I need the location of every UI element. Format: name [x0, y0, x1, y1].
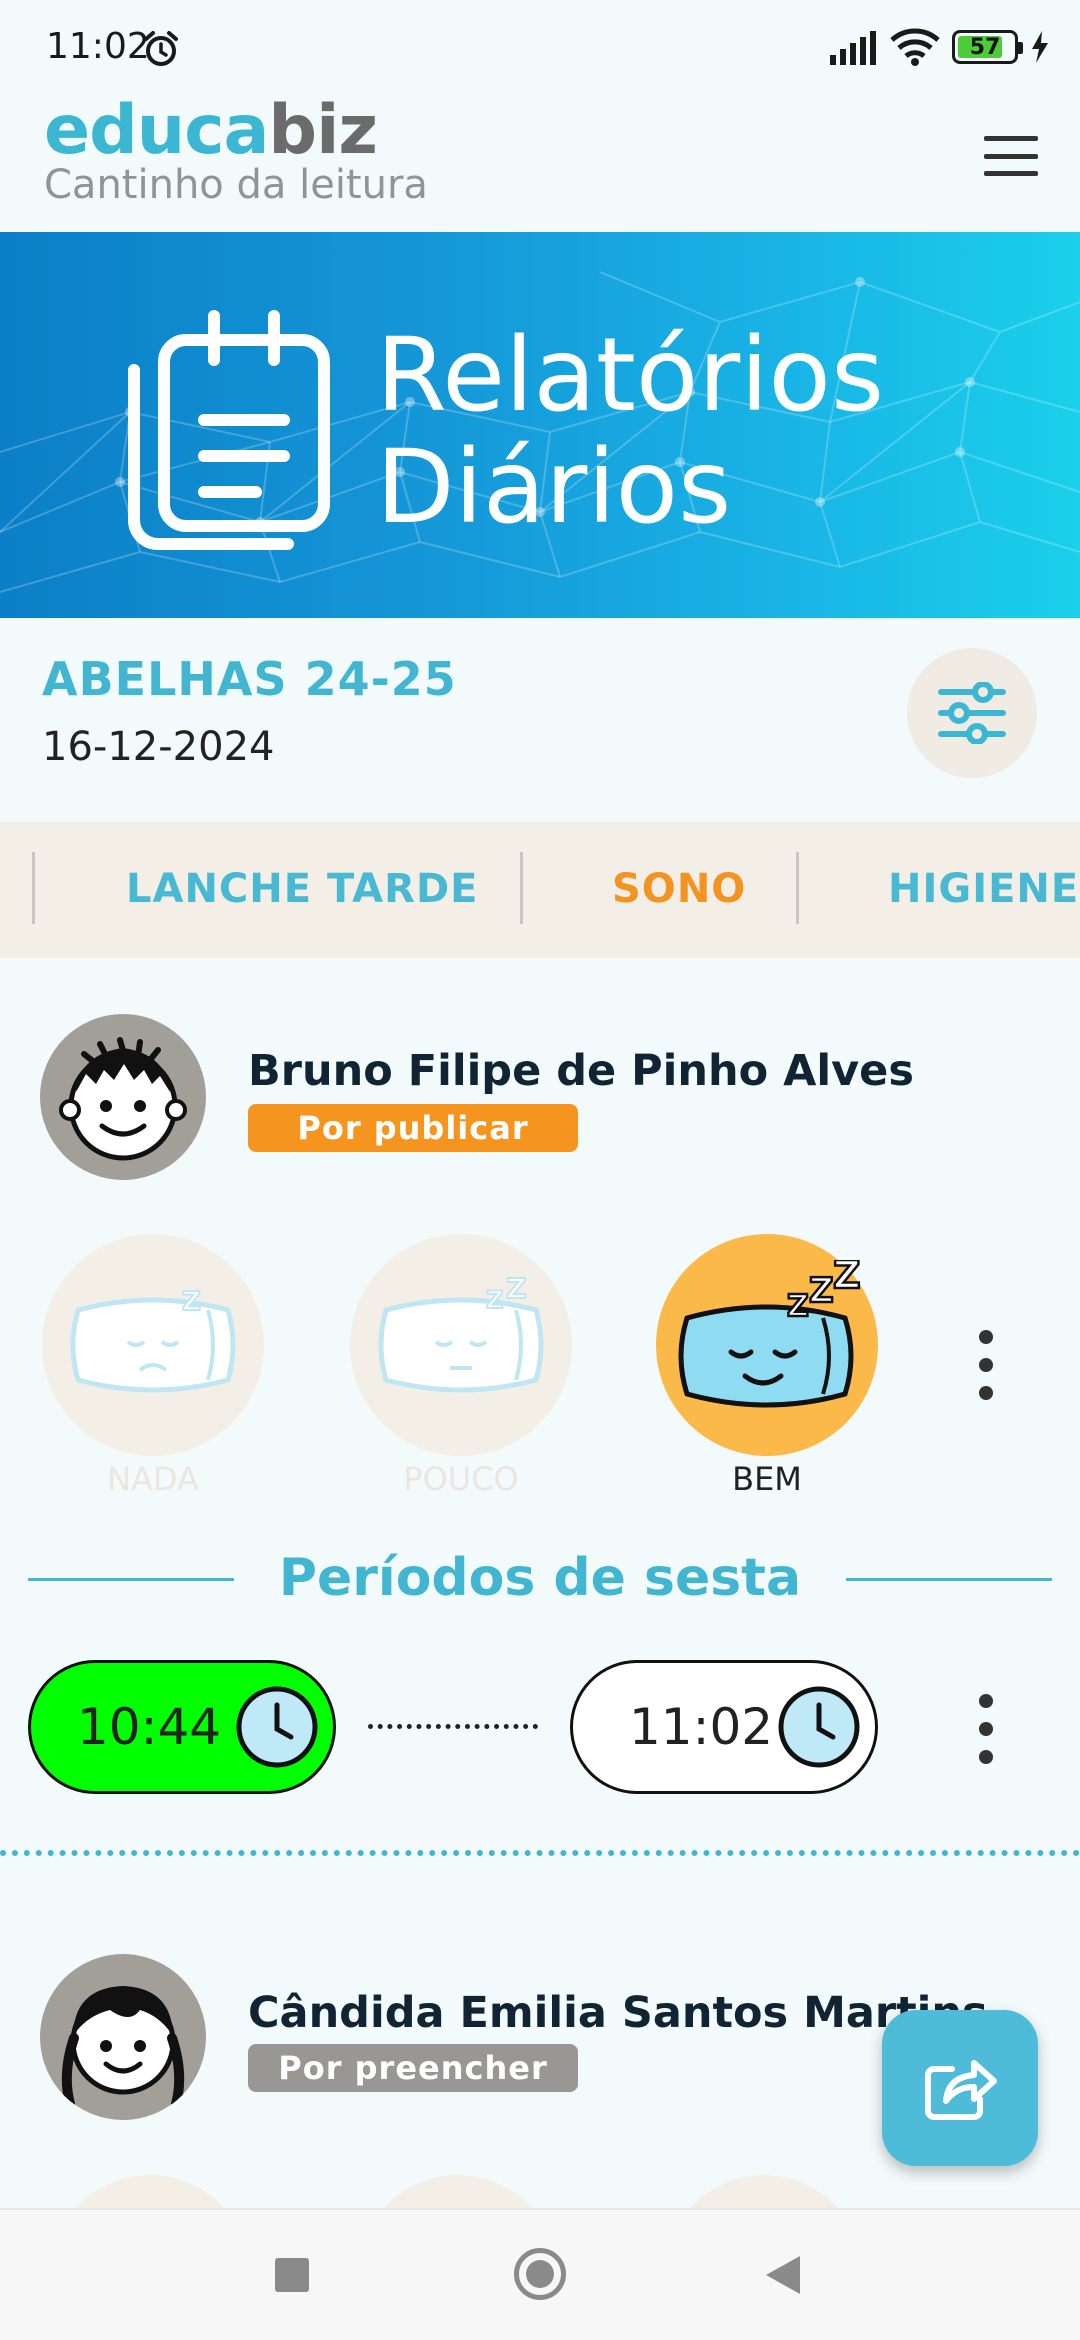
- wifi-icon: [890, 28, 940, 66]
- charging-icon: [1032, 31, 1048, 63]
- status-badge: Por preencher: [248, 2044, 578, 2092]
- nap-end-time[interactable]: 11:02: [570, 1660, 878, 1794]
- pillow-happy-icon: Z Z Z: [678, 1260, 862, 1408]
- sleep-option-nada[interactable]: Z: [42, 1234, 264, 1456]
- back-icon[interactable]: [766, 2256, 800, 2294]
- school-name: Cantinho da leitura: [44, 162, 428, 208]
- battery-level: 57: [969, 34, 1001, 60]
- girl-avatar-icon: [58, 1986, 188, 2112]
- calendar-report-icon: [128, 310, 330, 550]
- svg-text:Z: Z: [787, 1289, 809, 1324]
- sleep-option-bem-label: BEM: [732, 1460, 802, 1498]
- tab-lanche-tarde[interactable]: LANCHE TARDE: [126, 866, 478, 912]
- tab-sono[interactable]: SONO: [612, 866, 746, 912]
- divider: [846, 1578, 1052, 1581]
- class-name: ABELHAS 24-25: [42, 652, 457, 706]
- battery-icon: 57: [952, 30, 1023, 64]
- home-icon[interactable]: [514, 2248, 566, 2300]
- pillow-sad-icon: Z: [70, 1286, 236, 1393]
- student-name[interactable]: Bruno Filipe de Pinho Alves: [248, 1046, 914, 1096]
- more-vertical-icon[interactable]: [966, 1694, 1006, 1764]
- svg-text:Z: Z: [809, 1271, 834, 1311]
- recents-icon[interactable]: [275, 2258, 309, 2292]
- category-tabs[interactable]: LANCHE TARDE SONO HIGIENE: [0, 822, 1080, 958]
- banner-title: Relatórios Diários: [376, 316, 885, 547]
- nap-end-value: 11:02: [629, 1698, 774, 1756]
- system-nav-bar: [0, 2208, 1080, 2340]
- status-bar: 11:02 57: [0, 0, 1080, 90]
- hamburger-icon[interactable]: [984, 136, 1038, 176]
- boy-avatar-icon: [59, 1037, 187, 1161]
- sleep-option-pouco[interactable]: Z Z: [350, 1234, 572, 1456]
- avatar: [40, 1954, 206, 2120]
- alarm-icon: [144, 31, 178, 66]
- clock-icon: [778, 1686, 860, 1768]
- status-time: 11:02: [46, 26, 150, 67]
- share-icon: [925, 2060, 997, 2120]
- sleep-option-bem[interactable]: Z Z Z: [656, 1234, 878, 1456]
- nap-start-value: 10:44: [77, 1698, 222, 1756]
- signal-icon: [830, 31, 876, 65]
- nap-start-time[interactable]: 10:44: [28, 1660, 336, 1794]
- sleep-option-nada-label: NADA: [107, 1460, 199, 1498]
- svg-text:Z: Z: [182, 1287, 201, 1317]
- avatar: [40, 1014, 206, 1180]
- sliders-icon: [938, 682, 1006, 744]
- filter-button[interactable]: [907, 648, 1037, 778]
- svg-text:Z: Z: [486, 1286, 503, 1314]
- share-button[interactable]: [882, 2010, 1038, 2166]
- app-logo: educabiz: [44, 91, 378, 170]
- tab-higiene[interactable]: HIGIENE: [888, 866, 1079, 912]
- svg-text:Z: Z: [833, 1260, 861, 1297]
- sleep-option-pouco-label: POUCO: [403, 1460, 519, 1498]
- status-badge: Por publicar: [248, 1104, 578, 1152]
- student-separator: [0, 1850, 1080, 1856]
- time-range-connector: [368, 1724, 538, 1729]
- pillow-neutral-icon: Z Z: [378, 1271, 544, 1393]
- page-banner: Relatórios Diários: [0, 232, 1080, 618]
- clock-icon: [236, 1686, 318, 1768]
- app-brand: educabiz Cantinho da leitura: [44, 91, 428, 209]
- more-vertical-icon[interactable]: [966, 1330, 1006, 1400]
- student-name[interactable]: Cândida Emilia Santos Martins: [248, 1988, 988, 2038]
- report-date: 16-12-2024: [42, 724, 275, 770]
- svg-text:Z: Z: [506, 1272, 526, 1305]
